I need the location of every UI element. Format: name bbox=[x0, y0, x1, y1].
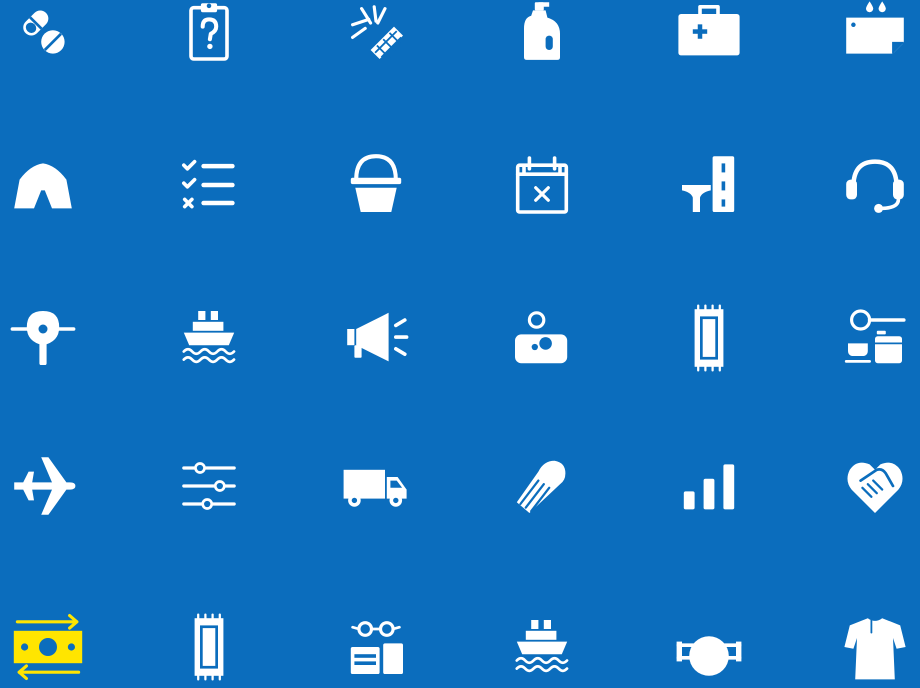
detergent-bottle-icon bbox=[502, 0, 582, 72]
checklist-icon bbox=[169, 145, 249, 225]
headset-icon bbox=[835, 145, 915, 225]
mosquito-net-icon bbox=[336, 0, 416, 72]
mat-icon bbox=[169, 607, 249, 687]
megaphone-icon bbox=[336, 298, 416, 378]
tent-icon bbox=[3, 145, 83, 225]
oxygen-mask-icon bbox=[3, 298, 83, 378]
icon-grid bbox=[0, 0, 920, 688]
signal-bars-icon bbox=[669, 446, 749, 526]
ship-icon bbox=[502, 607, 582, 687]
glove-icon bbox=[502, 446, 582, 526]
leaking-water-icon bbox=[835, 0, 915, 72]
soap-icon bbox=[502, 298, 582, 378]
robe-icon bbox=[835, 607, 915, 687]
road-bridge-icon bbox=[669, 145, 749, 225]
first-aid-kit-icon bbox=[669, 0, 749, 72]
sliders-icon bbox=[169, 446, 249, 526]
pills-icon bbox=[3, 0, 83, 72]
clipboard-question-icon bbox=[169, 0, 249, 72]
ship-icon bbox=[169, 298, 249, 378]
handshake-heart-icon bbox=[835, 446, 915, 526]
reading-glasses-id-icon bbox=[336, 607, 416, 687]
bucket-icon bbox=[336, 145, 416, 225]
calendar-cancel-icon bbox=[502, 145, 582, 225]
mat-icon bbox=[669, 298, 749, 378]
cash-transfer-icon bbox=[8, 607, 88, 687]
airplane-icon bbox=[3, 446, 83, 526]
face-mask-icon bbox=[669, 607, 749, 687]
cooking-set-icon bbox=[835, 298, 915, 378]
truck-icon bbox=[336, 446, 416, 526]
